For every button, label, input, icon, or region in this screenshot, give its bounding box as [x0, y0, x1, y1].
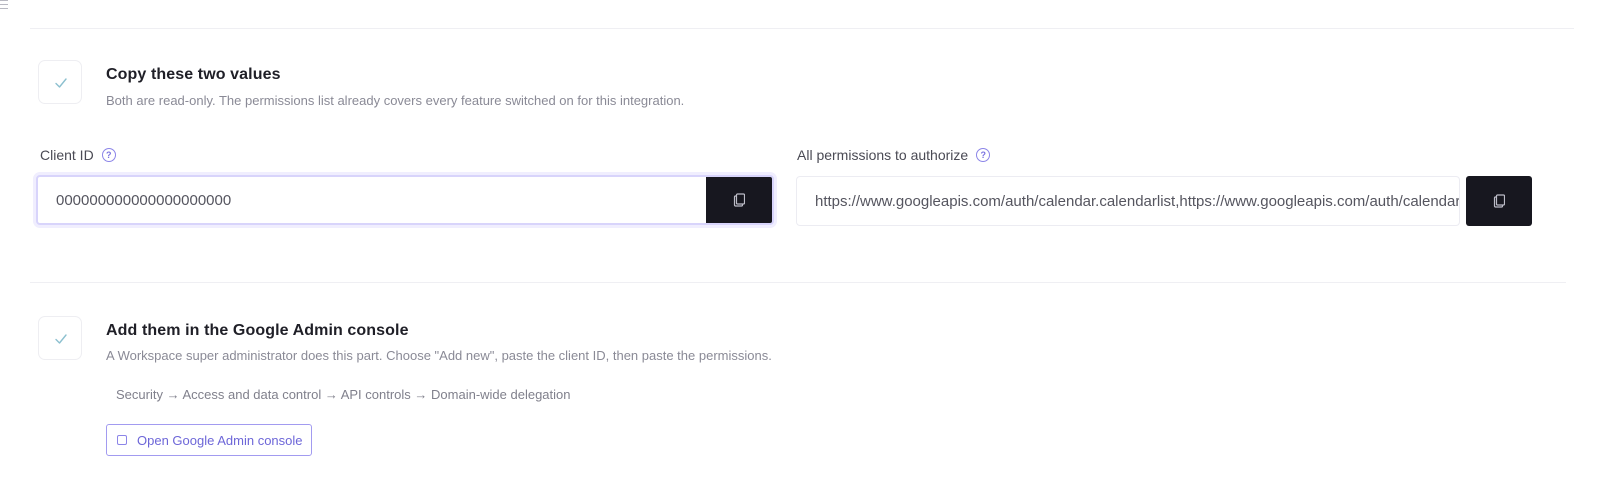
- permissions-label: All permissions to authorize: [797, 147, 969, 163]
- copy-client-id-button[interactable]: [706, 177, 772, 223]
- open-google-admin-console-label: Open Google Admin console: [137, 432, 303, 448]
- copy-permissions-button[interactable]: [1466, 176, 1532, 226]
- step1-description: Both are read-only. The permissions list…: [106, 93, 685, 108]
- help-icon[interactable]: ?: [101, 148, 116, 162]
- client-id-label: Client ID: [40, 147, 94, 163]
- client-id-label-row: Client ID ?: [40, 147, 116, 163]
- permissions-value[interactable]: https://www.googleapis.com/auth/calendar…: [797, 193, 1459, 210]
- menu-icon[interactable]: [0, 0, 8, 12]
- copy-icon: [1493, 194, 1505, 208]
- step1-title: Copy these two values: [106, 66, 281, 83]
- step1-check-badge: [38, 60, 82, 104]
- admin-console-nav-path: Security → Access and data control → API…: [116, 387, 571, 402]
- help-icon[interactable]: ?: [976, 148, 991, 162]
- check-icon: [55, 78, 67, 88]
- check-icon: [55, 334, 67, 344]
- open-google-admin-console-button[interactable]: Open Google Admin console: [106, 424, 312, 456]
- permissions-input[interactable]: https://www.googleapis.com/auth/calendar…: [796, 176, 1460, 226]
- divider: [30, 28, 1574, 29]
- step2-check-badge: [38, 316, 82, 360]
- client-id-field[interactable]: 000000000000000000000: [36, 175, 774, 225]
- step2-description: A Workspace super administrator does thi…: [106, 348, 772, 363]
- divider: [30, 282, 1566, 283]
- client-id-value[interactable]: 000000000000000000000: [38, 192, 706, 209]
- copy-icon: [733, 193, 745, 207]
- step2-title: Add them in the Google Admin console: [106, 322, 409, 339]
- integration-setup-page: Copy these two values Both are read-only…: [0, 0, 1600, 493]
- permissions-label-row: All permissions to authorize ?: [797, 147, 991, 163]
- external-link-icon: [117, 435, 127, 445]
- permissions-field[interactable]: https://www.googleapis.com/auth/calendar…: [796, 176, 1532, 226]
